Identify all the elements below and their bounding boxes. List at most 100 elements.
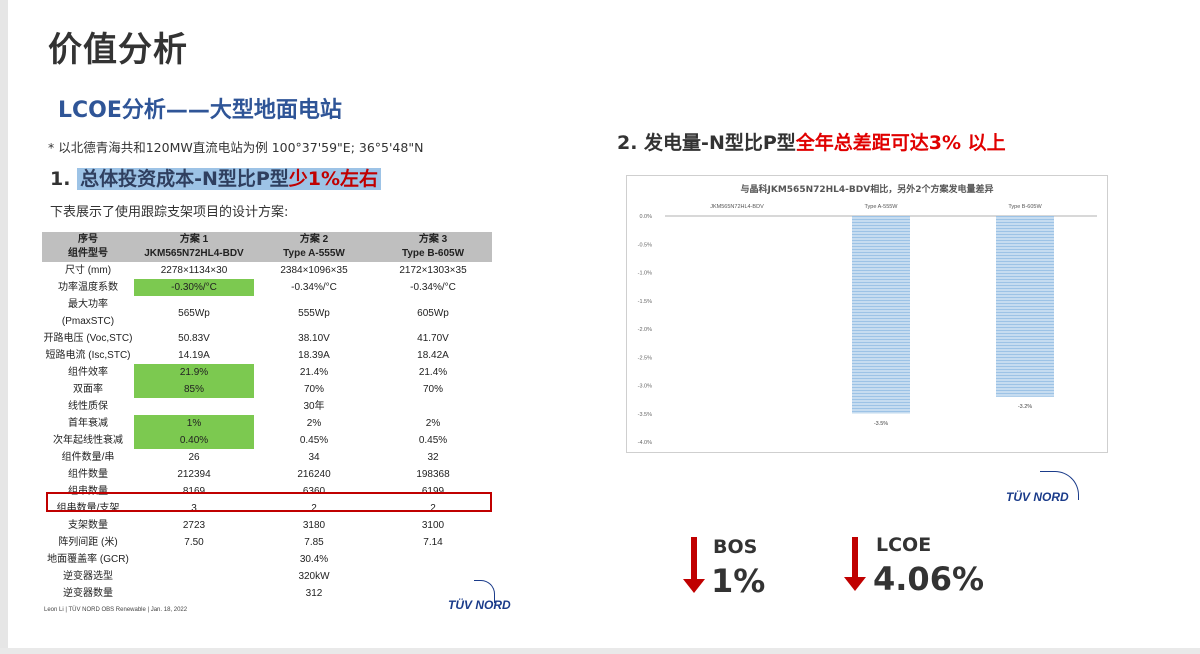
table-cell: 2384×1096×35 (280, 265, 348, 276)
table-cell: 565Wp (178, 307, 210, 319)
header-cell: 序号 组件型号 (42, 232, 134, 262)
table-row: 组件效率 21.9% 21.4% 21.4% (42, 364, 492, 381)
row-label-cell: 逆变器数量 (63, 588, 113, 599)
section1-highlight-text: 总体投资成本-N型比P型 (80, 168, 289, 190)
highlight-box-strings-per-tracker (46, 492, 492, 512)
table-row: 地面覆盖率 (GCR) 30.4% (42, 551, 492, 568)
table-cell: -0.30%/°C (134, 279, 254, 296)
slide-bottom-edge (0, 648, 1200, 654)
row-label-cell: 短路电流 (Isc,STC) (45, 350, 131, 361)
table-cell: 7.14 (423, 537, 443, 548)
row-label-cell: 阵列间距 (米) (58, 537, 118, 548)
slide-left-edge (0, 0, 8, 654)
table-cell (134, 398, 254, 415)
site-note: * 以北德青海共和120MW直流电站为例 100°37'59"E; 36°5'4… (48, 140, 424, 155)
table-row: 尺寸 (mm) 2278×1134×30 2384×1096×35 2172×1303… (42, 262, 492, 279)
table-cell: 312 (305, 588, 323, 599)
header-cell: 方案 1 JKM565N72HL4-BDV (134, 232, 254, 262)
table-cell (134, 585, 254, 602)
table-description: 下表展示了使用跟踪支架项目的设计方案: (50, 205, 289, 220)
design-table: 序号 组件型号 方案 1 JKM565N72HL4-BDV 方案 2 Type A-5… (42, 232, 492, 602)
table-row: 短路电流 (Isc,STC) 14.19A 18.39A 18.42A (42, 347, 492, 364)
table-row: 首年衰减 1% 2% 2% (42, 415, 492, 432)
kpi-bos-value: 1% (711, 562, 766, 600)
section1-number: 1. (50, 168, 71, 190)
table-cell: 70% (422, 384, 443, 395)
table-row: 次年起线性衰减 0.40% 0.45% 0.45% (42, 432, 492, 449)
y-tick-label: -3.0% (638, 384, 652, 390)
table-cell: 3180 (302, 520, 326, 531)
table-cell: 2172×1303×35 (399, 265, 467, 276)
category-label: Type A-555W (864, 204, 898, 210)
table-cell: 7.85 (304, 537, 324, 548)
footer-text: Leon Li | TÜV NORD OBS Renewable | Jan. … (44, 607, 188, 613)
table-cell (134, 568, 254, 585)
table-cell: 3100 (421, 520, 445, 531)
table-cell: 0.45% (418, 435, 448, 446)
row-label-cell: 双面率 (73, 384, 103, 395)
row-label-cell: 最大功率 (PmaxSTC) (61, 299, 115, 327)
table-cell: 0.45% (299, 435, 329, 446)
category-label: JKM565N72HL4-BDV (710, 204, 764, 210)
row-label-cell: 尺寸 (mm) (64, 265, 112, 276)
table-row: 支架数量 2723 3180 3100 (42, 517, 492, 534)
table-cell: 216240 (297, 469, 331, 480)
page-title: 价值分析 (48, 30, 188, 70)
header-cell: 方案 2 Type A-555W (254, 232, 374, 262)
table-row: 最大功率 (PmaxSTC) 565Wp 555Wp 605Wp (42, 296, 492, 330)
table-cell: 32 (427, 452, 439, 463)
table-cell: 50.83V (178, 333, 210, 344)
energy-diff-chart: 与晶科JKM565N72HL4-BDV相比，另外2个方案发电量差异 0.0% -0.… (626, 175, 1108, 453)
y-tick-label: 0.0% (639, 214, 652, 220)
table-cell: 26 (188, 452, 200, 463)
table-row: 开路电压 (Voc,STC) 50.83V 38.10V 41.70V (42, 330, 492, 347)
chart-title: 与晶科JKM565N72HL4-BDV相比，另外2个方案发电量差异 (741, 183, 994, 195)
table-cell: -0.34%/°C (291, 282, 337, 293)
table-cell (374, 551, 492, 568)
y-tick-label: -4.0% (638, 440, 652, 446)
y-tick-label: -1.5% (638, 299, 652, 305)
row-label-cell: 组件数量 (68, 469, 108, 480)
y-tick-label: -3.5% (638, 412, 652, 418)
y-tick-label: -2.0% (638, 327, 652, 333)
row-label-cell: 地面覆盖率 (GCR) (47, 554, 129, 565)
table-cell: 7.50 (184, 537, 204, 548)
table-row: 阵列间距 (米) 7.50 7.85 7.14 (42, 534, 492, 551)
header-cell: 方案 3 Type B-605W (374, 232, 492, 262)
table-cell: 0.40% (134, 432, 254, 449)
bar (852, 216, 910, 414)
y-tick-label: -1.0% (638, 271, 652, 277)
tuv-logo-large: TÜV NORD (1006, 490, 1069, 504)
table-row: 逆变器选型 320kW (42, 568, 492, 585)
section1-highlight: 总体投资成本-N型比P型少1%左右 (77, 168, 382, 190)
table-cell: 320kW (298, 571, 330, 582)
design-table-wrap: 序号 组件型号 方案 1 JKM565N72HL4-BDV 方案 2 Type A-5… (42, 232, 494, 600)
row-label-cell: 功率温度系数 (58, 282, 118, 293)
table-cell: 2% (306, 418, 322, 429)
chart-svg: 与晶科JKM565N72HL4-BDV相比，另外2个方案发电量差异 0.0% -0.… (638, 183, 1097, 446)
table-cell: 21.9% (134, 364, 254, 381)
table-row: 双面率 85% 70% 70% (42, 381, 492, 398)
y-tick-label: -0.5% (638, 242, 652, 248)
section2-red-text: 全年总差距可达3% 以上 (795, 132, 1006, 154)
bar (996, 216, 1054, 397)
row-label-cell: 组件数量/串 (61, 452, 115, 463)
table-cell: 198368 (416, 469, 450, 480)
section1-red-text: 少1%左右 (288, 168, 379, 190)
row-label-cell: 次年起线性衰减 (53, 435, 123, 446)
tuv-logo-small: TÜV NORD (448, 598, 511, 612)
table-cell: 18.42A (417, 350, 449, 361)
table-cell (374, 398, 492, 415)
table-cell: 41.70V (417, 333, 449, 344)
category-label: Type B-605W (1008, 204, 1042, 210)
table-cell: -0.34%/°C (410, 282, 456, 293)
table-cell: 21.4% (418, 367, 448, 378)
data-label: -3.2% (1018, 404, 1032, 410)
table-cell: 14.19A (178, 350, 210, 361)
kpi-bos-label: BOS (713, 536, 758, 558)
table-row: 组件数量/串 26 34 32 (42, 449, 492, 466)
table-cell: 1% (134, 415, 254, 432)
table-cell: 38.10V (298, 333, 330, 344)
table-row: 逆变器数量 312 (42, 585, 492, 602)
table-cell: 30年 (303, 401, 325, 412)
